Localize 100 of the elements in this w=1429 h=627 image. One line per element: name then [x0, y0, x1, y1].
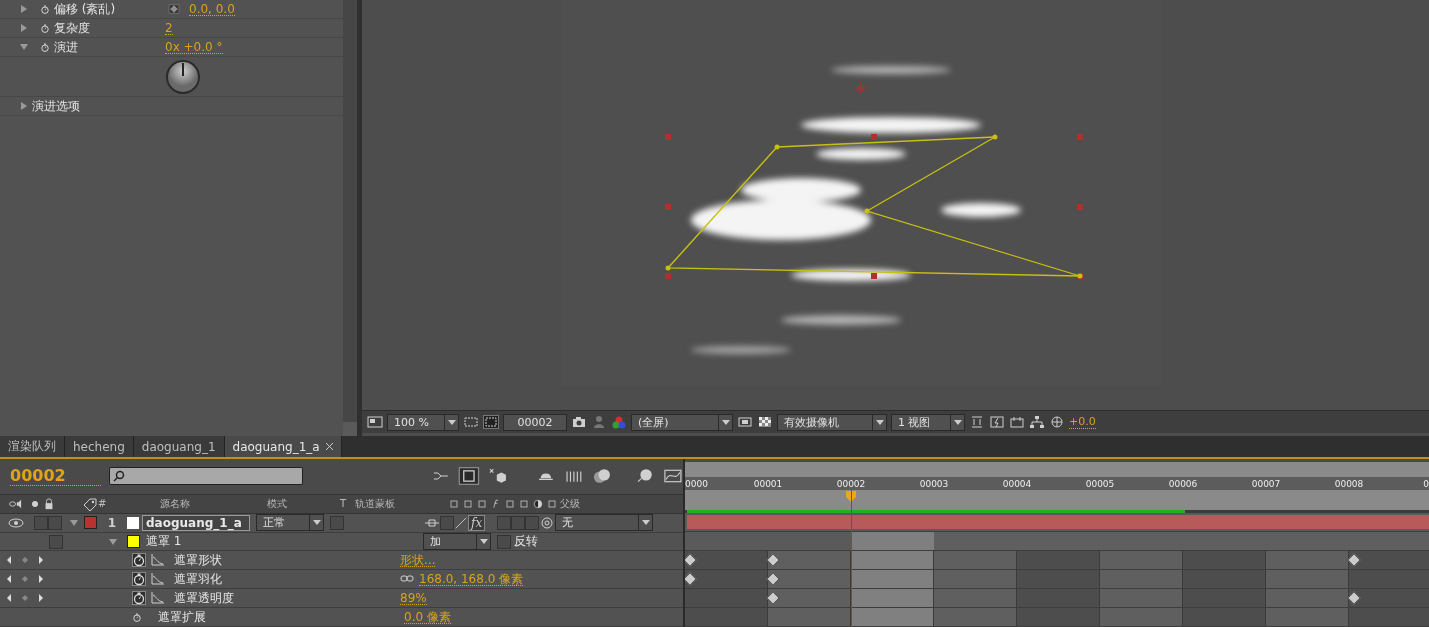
exposure-value[interactable]: +0.0 — [1069, 415, 1096, 429]
switch-box[interactable] — [440, 515, 454, 530]
mask-property-value[interactable]: 形状... — [400, 553, 436, 567]
layer-name[interactable]: daoguang_1_a — [142, 514, 250, 531]
mask-property-value[interactable]: 168.0, 168.0 像素 — [419, 572, 524, 586]
mask-property-value[interactable]: 89% — [400, 591, 427, 605]
stopwatch-icon[interactable] — [132, 611, 142, 623]
switch-box[interactable] — [330, 515, 344, 530]
mask-property-label: 遮罩形状 — [174, 551, 223, 569]
property-value[interactable]: 2 — [165, 21, 173, 35]
stopwatch-icon[interactable] — [40, 41, 50, 53]
collapsed-triangle-icon[interactable] — [20, 5, 28, 13]
region-icon[interactable] — [737, 415, 753, 429]
switch-box[interactable] — [34, 515, 48, 530]
switch-box[interactable] — [48, 515, 62, 530]
keyframe[interactable] — [765, 590, 781, 606]
collapsed-triangle-icon[interactable] — [20, 102, 28, 110]
timeline-icon[interactable] — [1009, 415, 1025, 429]
mask-name[interactable]: 遮罩 1 — [146, 533, 423, 550]
property-value[interactable]: 0.0, 0.0 — [189, 2, 235, 16]
work-area-bar[interactable] — [685, 490, 1429, 513]
switch-box[interactable] — [511, 515, 526, 530]
stopwatch-icon[interactable] — [132, 591, 146, 606]
fit-frame-icon[interactable] — [463, 415, 479, 429]
column-header[interactable]: 父级 — [560, 496, 660, 511]
ruler-label: 00005 — [1085, 479, 1115, 489]
search-field[interactable] — [109, 467, 303, 486]
switch-box[interactable] — [497, 515, 512, 530]
sparkle-cube-icon[interactable] — [488, 468, 509, 485]
ruler-label: 0000 — [685, 479, 708, 489]
position-target-icon[interactable] — [165, 4, 183, 14]
mask-and-handles-drawing[interactable] — [664, 134, 1083, 279]
panel-tab[interactable]: hecheng — [65, 436, 134, 457]
column-header[interactable]: # — [98, 498, 160, 510]
draft-3d-icon[interactable] — [458, 467, 481, 486]
switch-box[interactable] — [49, 534, 63, 549]
expanded-triangle-icon[interactable] — [70, 518, 78, 527]
ruler-label: 0 — [1423, 479, 1429, 489]
collapsed-triangle-icon[interactable] — [20, 24, 28, 32]
caret-icon — [448, 419, 456, 425]
window-icon[interactable] — [367, 415, 383, 429]
search-icon — [113, 470, 126, 483]
grid-lines-icon[interactable] — [969, 415, 985, 429]
expanded-triangle-icon[interactable] — [109, 537, 117, 546]
column-header[interactable]: T — [340, 498, 355, 510]
column-header[interactable]: 轨道蒙板 — [355, 496, 448, 511]
flowchart-icon[interactable] — [1029, 415, 1045, 429]
camera-icon[interactable] — [571, 415, 587, 429]
stopwatch-icon[interactable] — [40, 3, 50, 15]
ruler-label: 00007 — [1251, 479, 1281, 489]
graph-editor-icon[interactable] — [663, 468, 683, 485]
stopwatch-icon[interactable] — [40, 22, 50, 34]
panel-tab[interactable]: daoguang_1_a — [224, 436, 342, 457]
label-color-swatch[interactable] — [84, 516, 97, 530]
switch-box[interactable] — [525, 515, 540, 530]
stopwatch-icon[interactable] — [132, 553, 146, 568]
invert-checkbox[interactable] — [497, 534, 511, 549]
close-icon[interactable] — [325, 443, 333, 450]
effects-switch[interactable]: fx — [468, 514, 486, 531]
quality-icon[interactable] — [454, 515, 468, 530]
spiral-icon[interactable] — [539, 515, 556, 530]
current-time-display[interactable]: 00002 — [10, 466, 102, 487]
keyframe-navigator[interactable] — [6, 555, 44, 566]
caret-icon — [642, 520, 651, 526]
expanded-triangle-icon[interactable] — [20, 43, 28, 51]
panel-tab[interactable]: 渲染队列 — [0, 436, 65, 457]
stopwatch-icon[interactable] — [132, 572, 146, 587]
exposure-icon[interactable] — [1049, 415, 1065, 429]
current-frame-field[interactable]: 00002 — [503, 413, 567, 431]
panel-tab[interactable]: daoguang_1 — [133, 436, 225, 457]
column-header[interactable]: 源名称 — [160, 496, 267, 511]
view-layout-dropdown[interactable]: 1 视图 — [891, 413, 965, 431]
ruler-label: 00001 — [753, 479, 783, 489]
frame-blending-icon[interactable] — [563, 468, 584, 485]
region-of-interest-icon[interactable] — [483, 415, 499, 429]
mask-property-label: 遮罩扩展 — [158, 608, 207, 626]
keyframe-navigator[interactable] — [6, 593, 44, 604]
link-icon[interactable] — [400, 574, 414, 585]
keyframe-navigator[interactable] — [6, 574, 44, 585]
flowchart-lightning-icon[interactable] — [989, 415, 1005, 429]
parent-dropdown[interactable]: 无 — [555, 514, 654, 532]
resolution-dropdown[interactable]: (全屏) — [631, 413, 733, 431]
rotation-dial[interactable] — [165, 58, 201, 95]
property-label: 偏移 (紊乱) — [54, 0, 116, 18]
mask-property-value[interactable]: 0.0 像素 — [404, 610, 451, 624]
color-channels-icon[interactable] — [611, 415, 627, 429]
camera-dropdown[interactable]: 有效摄像机 — [777, 413, 887, 431]
scrollbar[interactable] — [343, 0, 357, 436]
property-value[interactable]: 0x +0.0 ° — [165, 40, 223, 54]
label-tag-icon[interactable] — [82, 496, 98, 511]
mask-color-swatch[interactable] — [127, 535, 140, 548]
column-header[interactable]: 模式 — [267, 496, 340, 511]
eye-icon[interactable] — [8, 517, 24, 528]
mask-mode-dropdown[interactable]: 加 — [423, 533, 491, 550]
blend-mode-dropdown[interactable]: 正常 — [256, 514, 324, 532]
half-circle-icon[interactable] — [532, 497, 544, 510]
time-ruler[interactable]: 0000 00001 00002 00003 00004 00005 00006 00007 00008 0 — [685, 477, 1429, 490]
caret-icon — [876, 419, 884, 425]
zoom-dropdown[interactable]: 100 % — [387, 413, 459, 431]
transparency-grid-icon[interactable] — [757, 415, 773, 429]
